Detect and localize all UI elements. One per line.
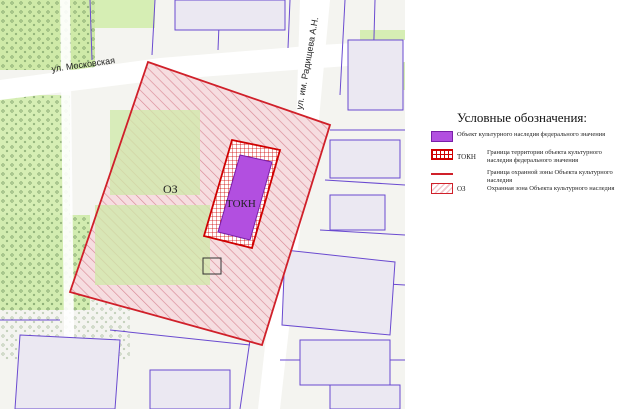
- red-line-swatch: [431, 173, 453, 175]
- red-hatch-swatch: [431, 183, 453, 194]
- legend-panel: Условные обозначения: Объект культурного…: [405, 0, 624, 409]
- legend-item-text: Граница охранной зоны Объекта культурног…: [487, 169, 613, 184]
- legend-item-text: Охранная зона Объекта культурного наслед…: [487, 185, 615, 192]
- legend-item-code: ОЗ: [457, 185, 466, 193]
- legend-title: Условные обозначения:: [457, 110, 588, 125]
- legend-item-code: ТОКН: [457, 153, 476, 161]
- purple-fill-swatch: [431, 131, 453, 142]
- red-grid-swatch: [431, 149, 453, 160]
- zone-label: ОЗ: [163, 182, 178, 196]
- legend-item-text: Граница территории объекта культурного н…: [487, 149, 602, 164]
- object-label: ТОКН: [226, 198, 256, 210]
- map-canvas: ул. Московская ул. им. Радищева А.Н. ОЗ …: [0, 0, 405, 409]
- legend-item-text: Объект культурного наследия федерального…: [457, 131, 606, 138]
